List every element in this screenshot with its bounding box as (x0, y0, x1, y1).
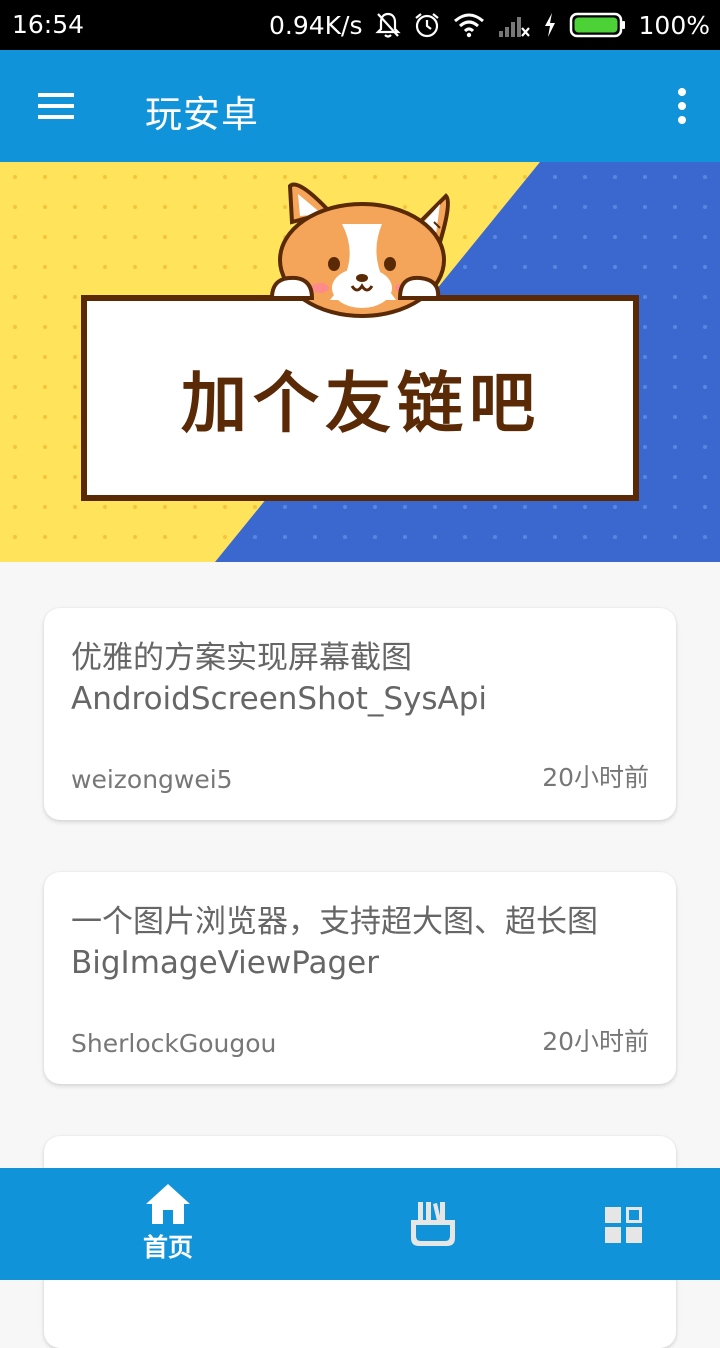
battery-percent: 100% (638, 10, 710, 40)
banner[interactable]: 加个友链吧 (0, 162, 720, 562)
grid-icon (605, 1207, 642, 1243)
nav-item-home[interactable]: 首页 (108, 1168, 228, 1280)
more-vert-icon[interactable] (672, 86, 692, 126)
article-author: SherlockGougou (71, 1029, 277, 1058)
app-bar: 玩安卓 (0, 50, 720, 162)
nav-item-more[interactable] (564, 1168, 684, 1280)
app-title: 玩安卓 (145, 93, 259, 136)
wifi-icon (453, 12, 485, 38)
article-time: 20小时前 (542, 1027, 649, 1056)
article-title: 一个图片浏览器，支持超大图、超长图 BigImageViewPager (71, 904, 598, 981)
alarm-icon (413, 11, 441, 39)
status-bar: 16:54 0.94K/s 100% (0, 0, 720, 50)
battery-icon (569, 11, 627, 39)
article-title: 优雅的方案实现屏幕截图AndroidScreenShot_SysApi (71, 640, 488, 717)
article-card[interactable]: 优雅的方案实现屏幕截图AndroidScreenShot_SysApi weiz… (44, 608, 676, 820)
bottom-navigation: 首页 (0, 1168, 720, 1280)
status-time: 16:54 (12, 10, 85, 39)
charging-icon (543, 12, 557, 38)
article-time: 20小时前 (542, 763, 649, 792)
network-speed: 0.94K/s (269, 10, 363, 40)
home-icon (146, 1184, 190, 1224)
article-card[interactable]: 一个图片浏览器，支持超大图、超长图 BigImageViewPager Sher… (44, 872, 676, 1084)
bell-off-icon (374, 11, 401, 39)
nav-item-projects[interactable] (372, 1168, 492, 1280)
article-author: weizongwei5 (71, 765, 233, 794)
books-icon (411, 1202, 455, 1246)
status-icons: 0.94K/s 100% (269, 8, 710, 42)
signal-icon (497, 11, 531, 39)
nav-label-home: 首页 (142, 1233, 193, 1262)
banner-text: 加个友链吧 (181, 365, 541, 442)
hamburger-menu-icon[interactable] (34, 88, 78, 124)
